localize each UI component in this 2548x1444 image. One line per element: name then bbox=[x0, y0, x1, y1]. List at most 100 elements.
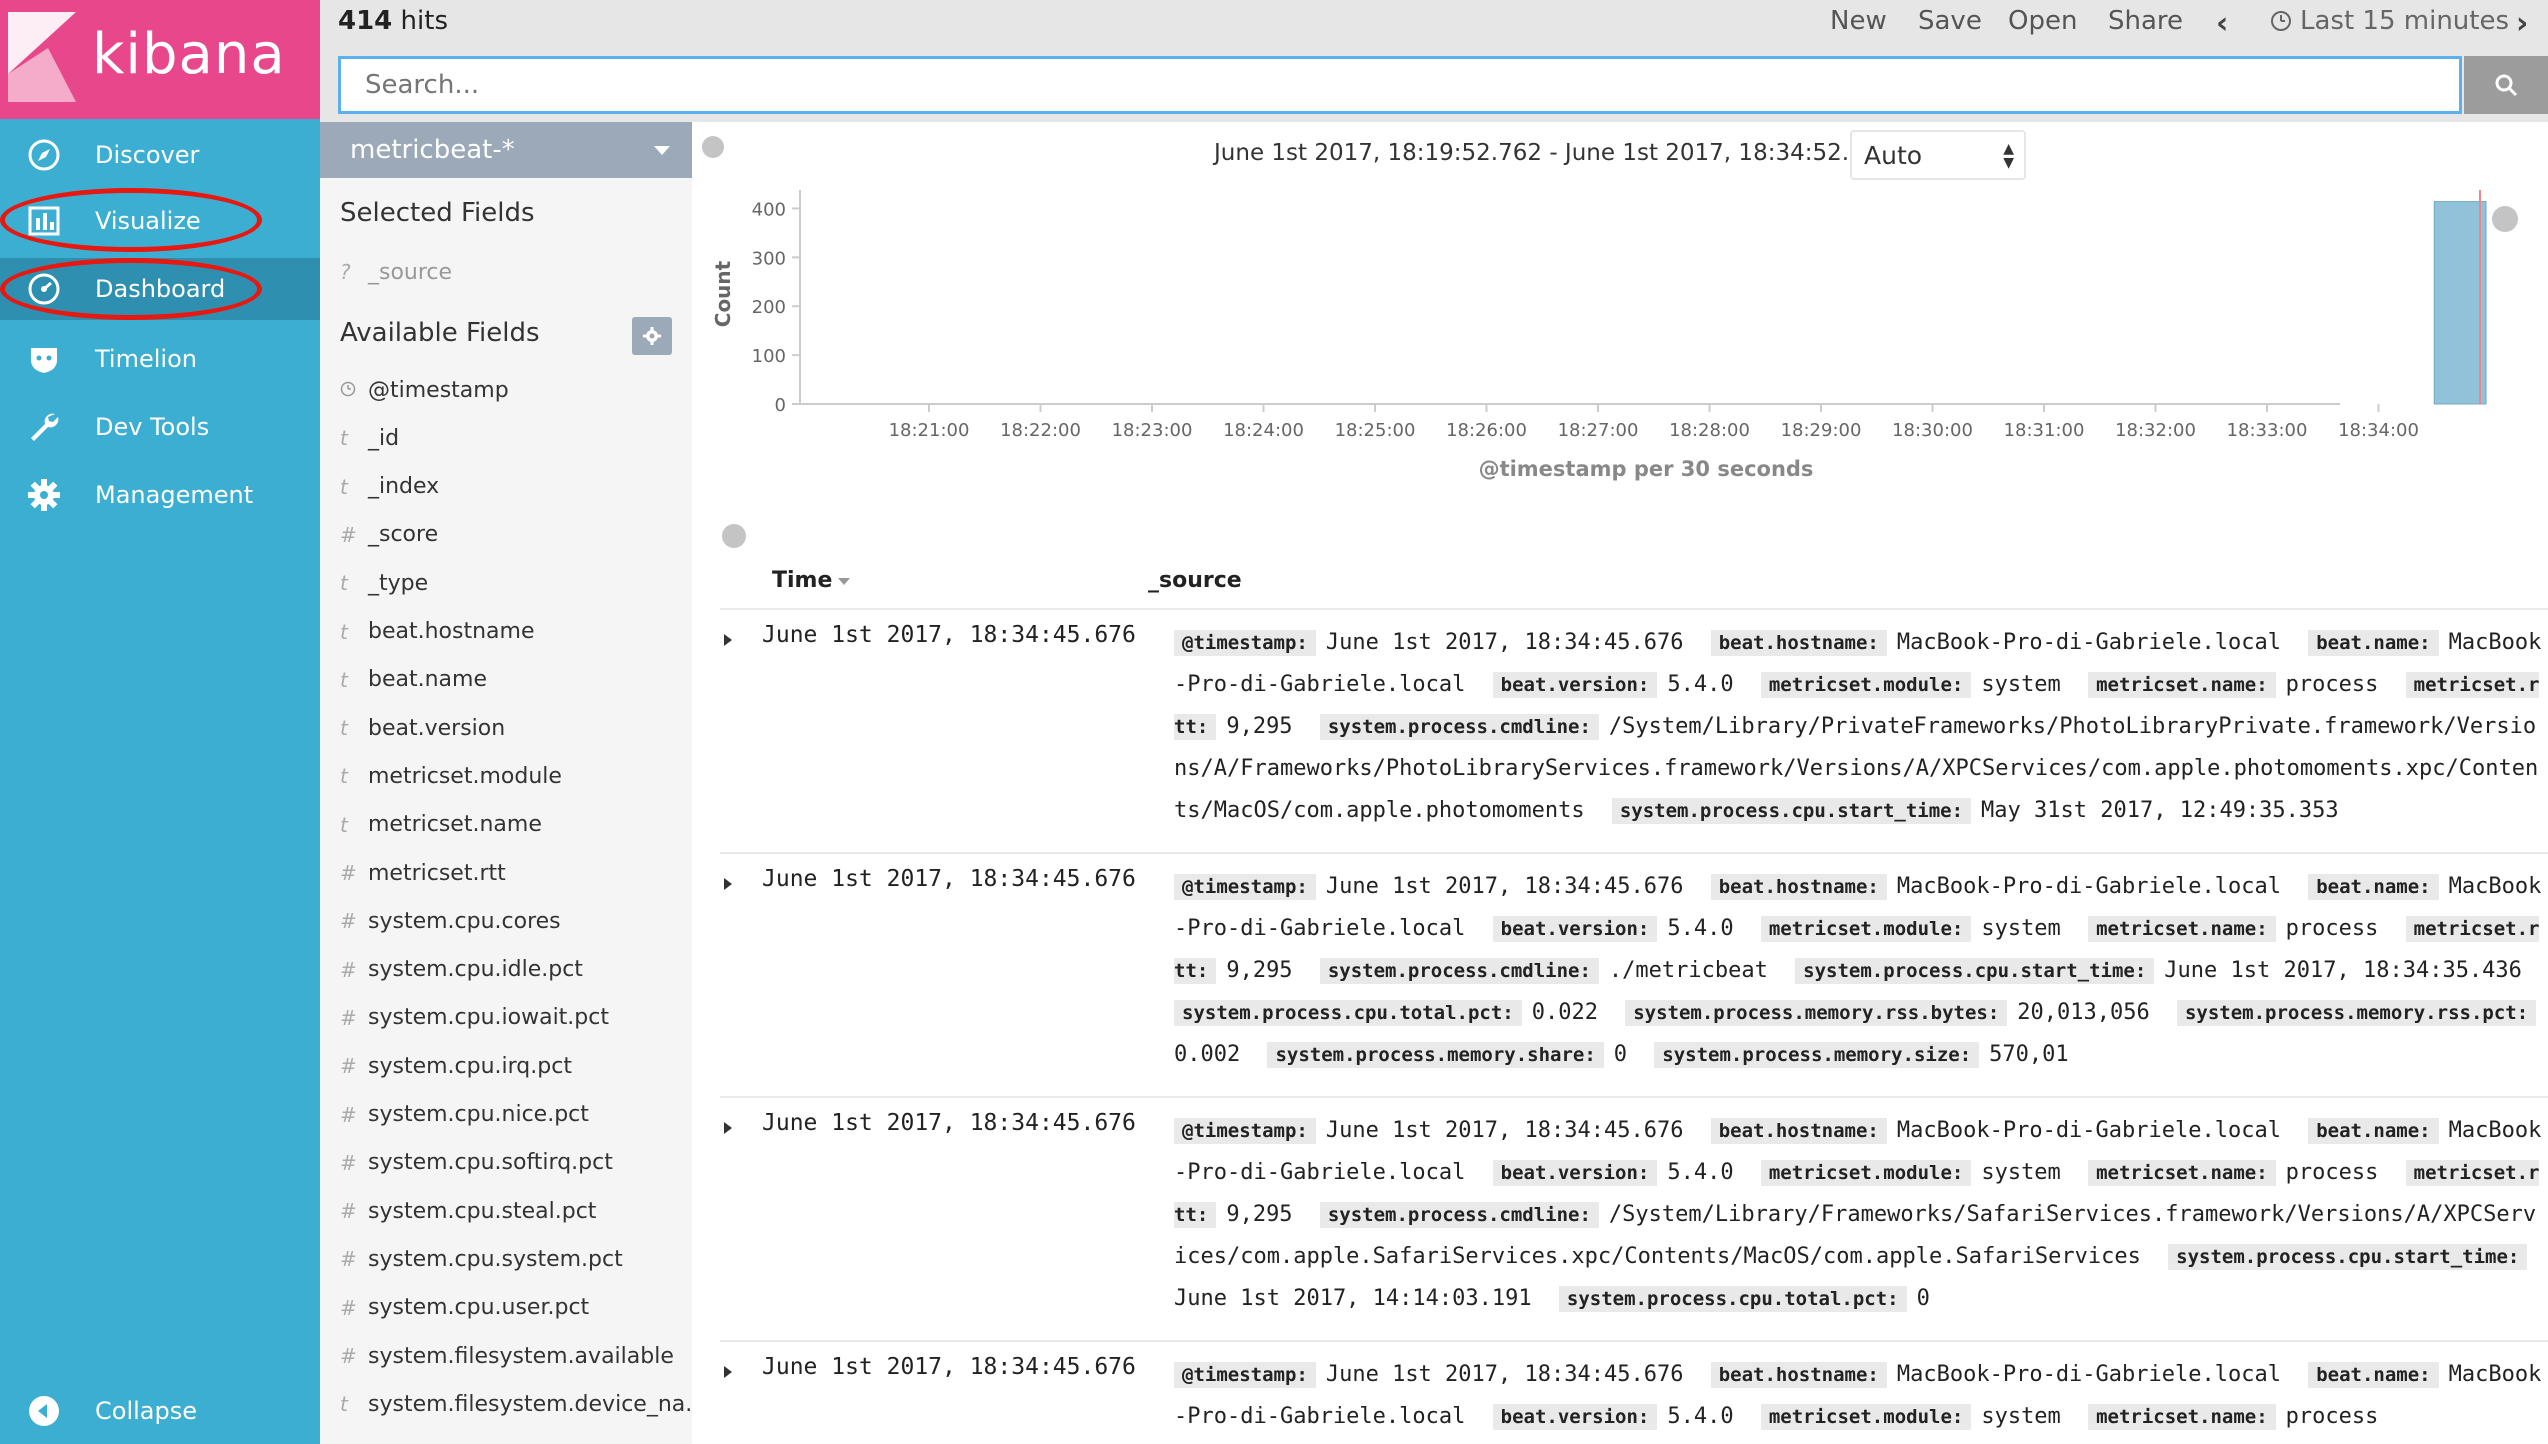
wrench-icon bbox=[27, 410, 61, 444]
field-item[interactable]: # _score bbox=[340, 515, 438, 555]
toggle-chart-icon[interactable] bbox=[722, 524, 746, 548]
field-item[interactable]: t beat.name bbox=[340, 660, 487, 700]
field-item[interactable]: # system.cpu.steal.pct bbox=[340, 1191, 596, 1231]
x-axis-label: @timestamp per 30 seconds bbox=[1479, 457, 1814, 481]
field-item[interactable]: # system.cpu.softirq.pct bbox=[340, 1143, 613, 1183]
field-item[interactable]: t metricset.module bbox=[340, 756, 562, 796]
search-input[interactable] bbox=[338, 56, 2462, 114]
field-item[interactable]: @timestamp bbox=[340, 370, 509, 410]
chevron-down-icon bbox=[654, 146, 670, 155]
field-item[interactable]: t beat.hostname bbox=[340, 612, 534, 652]
app-name: kibana bbox=[92, 22, 286, 87]
row-source: @timestamp: June 1st 2017, 18:34:45.676 b… bbox=[1174, 1110, 2548, 1320]
nav-timelion[interactable]: Timelion bbox=[0, 328, 320, 390]
x-tick-label: 18:26:00 bbox=[1446, 420, 1527, 441]
unknown-type-icon: ? bbox=[340, 260, 351, 284]
field-name: system.cpu.cores bbox=[368, 908, 561, 934]
field-item[interactable]: t _id bbox=[340, 418, 399, 458]
save-button[interactable]: Save bbox=[1918, 6, 1982, 36]
time-picker-button[interactable]: Last 15 minutes bbox=[2270, 6, 2509, 36]
index-pattern-select[interactable]: metricbeat-* bbox=[320, 122, 692, 178]
number-type-icon: # bbox=[340, 1199, 357, 1224]
nav-visualize[interactable]: Visualize bbox=[0, 190, 320, 252]
nav-management[interactable]: Management bbox=[0, 464, 320, 526]
field-item[interactable]: # system.cpu.cores bbox=[340, 901, 561, 941]
field-item[interactable]: # system.cpu.nice.pct bbox=[340, 1095, 589, 1135]
discover-main: June 1st 2017, 18:19:52.762 - June 1st 2… bbox=[692, 122, 2548, 1444]
field-name: beat.version bbox=[368, 715, 506, 741]
source-field-key: beat.name: bbox=[2308, 630, 2439, 656]
field-item[interactable]: t metricset.name bbox=[340, 805, 542, 845]
kibana-logo[interactable]: kibana bbox=[0, 0, 320, 119]
column-header-time[interactable]: Time bbox=[772, 568, 850, 593]
row-source: @timestamp: June 1st 2017, 18:34:45.676 b… bbox=[1174, 866, 2548, 1076]
nav-label: Dashboard bbox=[95, 275, 226, 303]
nav-dev-tools[interactable]: Dev Tools bbox=[0, 396, 320, 458]
hits-counter: 414 hits bbox=[338, 6, 448, 36]
x-tick-label: 18:25:00 bbox=[1335, 420, 1416, 441]
time-forward-chevron-icon[interactable]: › bbox=[2516, 6, 2528, 41]
field-item[interactable]: # system.cpu.system.pct bbox=[340, 1239, 623, 1279]
source-field-key: system.process.memory.rss.bytes: bbox=[1625, 1000, 2008, 1026]
field-item[interactable]: t system.filesystem.device_na... bbox=[340, 1384, 706, 1424]
x-tick-label: 18:31:00 bbox=[2004, 420, 2085, 441]
expand-row-icon[interactable] bbox=[724, 878, 732, 890]
field-item[interactable]: t beat.version bbox=[340, 708, 505, 748]
expand-row-icon[interactable] bbox=[724, 1366, 732, 1378]
x-tick-label: 18:22:00 bbox=[1000, 420, 1081, 441]
field-item[interactable]: # metricset.rtt bbox=[340, 853, 506, 893]
source-field-key: metricset.module: bbox=[1760, 1160, 1972, 1186]
table-row: June 1st 2017, 18:34:45.676 @timestamp: Ju… bbox=[720, 608, 2548, 852]
source-field-key: system.process.cmdline: bbox=[1319, 958, 1599, 984]
source-field-key: metricset.module: bbox=[1760, 672, 1972, 698]
source-field-value: process bbox=[2285, 1160, 2379, 1185]
hits-label: hits bbox=[400, 6, 448, 36]
source-field-value: 570,01 bbox=[1989, 1042, 2069, 1067]
search-button[interactable] bbox=[2464, 56, 2548, 114]
nav-discover[interactable]: Discover bbox=[0, 124, 320, 186]
source-field-key: @timestamp: bbox=[1174, 1118, 1316, 1144]
source-field-value: 9,295 bbox=[1226, 1202, 1293, 1227]
search-bar bbox=[320, 46, 2548, 122]
source-field-value: 9,295 bbox=[1226, 958, 1293, 983]
source-field-value: June 1st 2017, 18:34:35.436 bbox=[2164, 958, 2522, 983]
y-tick-label: 0 bbox=[775, 395, 786, 416]
row-time: June 1st 2017, 18:34:45.676 bbox=[762, 866, 1136, 892]
number-type-icon: # bbox=[340, 1054, 357, 1079]
chart-close-icon[interactable] bbox=[2492, 206, 2518, 232]
nav-collapse[interactable]: Collapse bbox=[0, 1380, 320, 1442]
open-button[interactable]: Open bbox=[2008, 6, 2077, 36]
row-source: @timestamp: June 1st 2017, 18:34:45.676 b… bbox=[1174, 622, 2548, 832]
x-tick-label: 18:24:00 bbox=[1223, 420, 1304, 441]
nav-dashboard[interactable]: Dashboard bbox=[0, 258, 320, 320]
time-range-text: June 1st 2017, 18:19:52.762 - June 1st 2… bbox=[1214, 140, 1924, 166]
share-button[interactable]: Share bbox=[2108, 6, 2183, 36]
source-field-value: 5.4.0 bbox=[1667, 672, 1734, 697]
new-button[interactable]: New bbox=[1830, 6, 1887, 36]
expand-row-icon[interactable] bbox=[724, 634, 732, 646]
collapse-sidebar-icon[interactable] bbox=[702, 136, 724, 158]
source-field-value: 0 bbox=[1916, 1286, 1930, 1311]
source-field-value: 5.4.0 bbox=[1667, 1160, 1734, 1185]
field-item[interactable]: ? _source bbox=[340, 252, 452, 292]
field-item[interactable]: t _index bbox=[340, 467, 439, 507]
field-item[interactable]: # system.filesystem.available bbox=[340, 1336, 674, 1376]
field-name: _type bbox=[368, 570, 429, 596]
field-item[interactable]: # system.cpu.idle.pct bbox=[340, 950, 583, 990]
nav-label: Discover bbox=[95, 141, 200, 169]
field-item[interactable]: t _type bbox=[340, 563, 428, 603]
source-field-key: system.process.cpu.start_time: bbox=[2168, 1244, 2528, 1270]
field-name: @timestamp bbox=[368, 377, 509, 403]
string-type-icon: t bbox=[340, 716, 348, 741]
field-item[interactable]: # system.cpu.iowait.pct bbox=[340, 998, 609, 1038]
field-name: system.filesystem.device_na... bbox=[368, 1391, 707, 1417]
source-field-key: beat.version: bbox=[1492, 1404, 1658, 1430]
time-back-chevron-icon[interactable]: ‹ bbox=[2216, 6, 2228, 41]
x-tick-label: 18:29:00 bbox=[1781, 420, 1862, 441]
expand-row-icon[interactable] bbox=[724, 1122, 732, 1134]
field-name: system.filesystem.available bbox=[368, 1343, 674, 1369]
field-item[interactable]: # system.cpu.user.pct bbox=[340, 1288, 589, 1328]
interval-select[interactable]: Auto ▲ ▼ bbox=[1850, 130, 2026, 180]
field-settings-button[interactable] bbox=[632, 317, 672, 355]
field-item[interactable]: # system.cpu.irq.pct bbox=[340, 1046, 572, 1086]
